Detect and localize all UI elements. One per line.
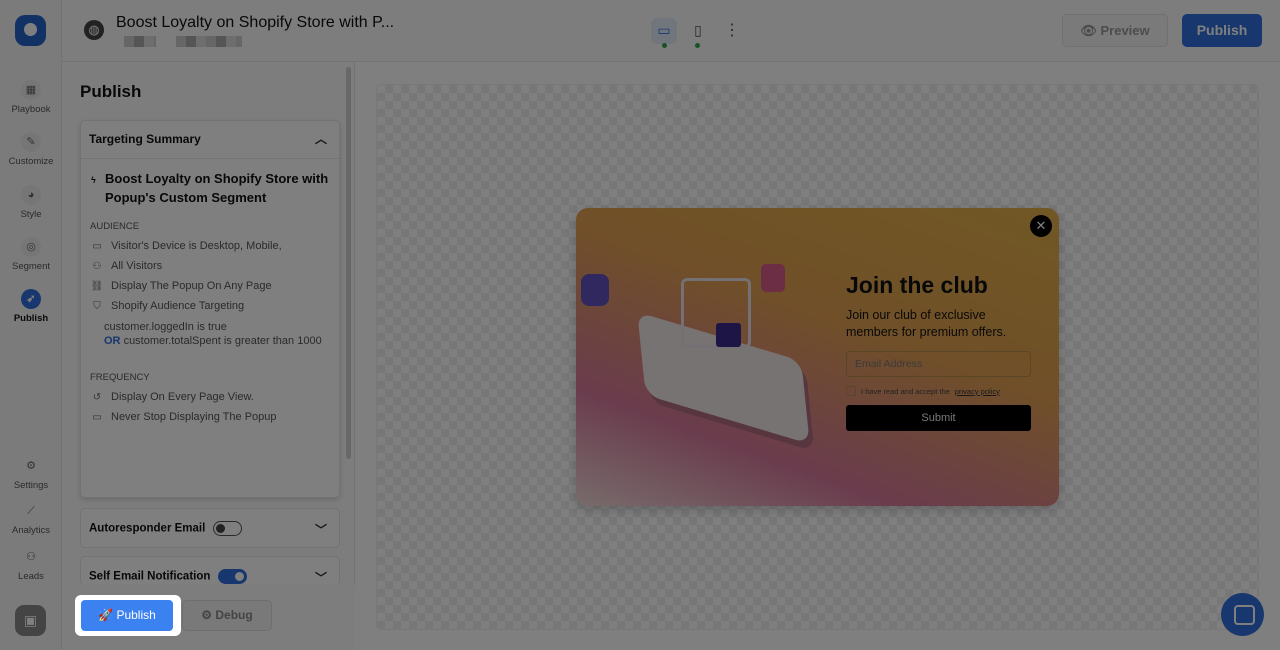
chat-launcher-icon[interactable] <box>1221 593 1264 636</box>
more-options-icon[interactable]: ⋮ <box>724 20 740 40</box>
palette-icon: ◕ <box>21 185 41 205</box>
panel-title: Publish <box>80 82 142 101</box>
grid-icon: ▦ <box>21 80 41 100</box>
conditions: customer.loggedIn is true OR customer.tot… <box>104 321 322 347</box>
self-notification-section[interactable]: Self Email Notification ﹀ <box>80 556 340 585</box>
chevron-down-icon[interactable]: ﹀ <box>315 569 327 585</box>
frequency-label: FREQUENCY <box>90 372 150 383</box>
target-icon: ◎ <box>21 237 41 257</box>
frequency-stop: ▭ Never Stop Displaying The Popup <box>81 411 339 423</box>
rail-item-customize[interactable]: ✎ Customize <box>0 132 62 167</box>
rail-item-playbook[interactable]: ▦ Playbook <box>0 80 62 115</box>
users-icon: ⚇ <box>92 260 102 272</box>
briefcase-icon[interactable]: ▣ <box>15 605 46 636</box>
mobile-view-button[interactable]: ▯ <box>685 18 711 44</box>
email-input[interactable] <box>846 351 1031 377</box>
top-bar: ◍ Boost Loyalty on Shopify Store with P.… <box>62 0 1280 62</box>
devices-icon: ▭ <box>92 240 102 252</box>
popup-title: Join the club <box>846 272 988 298</box>
rail-item-segment[interactable]: ◎ Segment <box>0 237 62 272</box>
targeting-summary-header[interactable]: Targeting Summary ︿ <box>81 121 339 159</box>
consent-row: I have read and accept the privacy policy <box>846 386 1000 396</box>
status-dot <box>662 43 667 48</box>
globe-icon: ◍ <box>84 20 104 40</box>
redacted-text <box>124 36 156 47</box>
pencil-icon: ✎ <box>21 132 41 152</box>
targeting-summary-card: Targeting Summary︿ Boost Loyalty on Shop… <box>80 120 340 498</box>
desktop-view-button[interactable]: ▭ <box>651 18 677 44</box>
autoresponder-toggle[interactable] <box>213 521 243 536</box>
scrollbar[interactable] <box>346 67 351 459</box>
shopping-cart-illustration <box>581 264 810 444</box>
nav-rail: ▦ Playbook ✎ Customize ◕ Style ◎ Segment ➶ Pu… <box>0 0 62 650</box>
audience-label: AUDIENCE <box>90 221 140 232</box>
rail-item-settings[interactable]: ⚙ Settings <box>0 456 62 491</box>
bug-icon: ⚙ <box>201 608 216 622</box>
consent-checkbox[interactable] <box>846 386 856 396</box>
history-icon: ↺ <box>92 391 102 403</box>
campaign-title[interactable]: Boost Loyalty on Shopify Store with P... <box>116 14 394 32</box>
rocket-icon: ➶ <box>21 289 41 309</box>
close-icon[interactable]: ✕ <box>1030 215 1052 237</box>
rocket-icon: 🚀 <box>98 608 117 622</box>
submit-button[interactable]: Submit <box>846 405 1031 431</box>
link-icon: ⛓ <box>90 280 104 292</box>
status-dot <box>695 43 700 48</box>
self-notification-toggle[interactable] <box>218 569 248 584</box>
popup-description: Join our club of exclusive members for p… <box>846 308 1007 339</box>
publish-button[interactable]: 🚀 Publish <box>81 600 173 631</box>
shopify-bag-icon: ⛉ <box>93 300 101 312</box>
chevron-down-icon[interactable]: ﹀ <box>315 521 327 538</box>
popup-preview: ✕ Join the club Join our club of exclusi… <box>576 208 1059 506</box>
segment-name: Boost Loyalty on Shopify Store with Popu… <box>81 159 339 207</box>
publish-panel: Publish Targeting Summary︿ Boost Loyalty… <box>62 62 355 650</box>
users-icon: ⚇ <box>26 551 36 563</box>
audience-shopify: ⛉ Shopify Audience Targeting <box>81 300 339 312</box>
privacy-policy-link[interactable]: privacy policy <box>955 387 1000 396</box>
publish-top-button[interactable]: Publish <box>1182 14 1262 47</box>
eye-icon: 👁 <box>1080 23 1101 38</box>
rail-item-analytics[interactable]: ⟋ Analytics <box>0 501 62 536</box>
rail-item-publish[interactable]: ➶ Publish <box>0 289 62 324</box>
chevron-up-icon[interactable]: ︿ <box>315 130 327 147</box>
audience-visitors: ⚇ All Visitors <box>81 260 339 272</box>
gear-icon: ⚙ <box>26 460 36 472</box>
app-logo[interactable] <box>15 15 46 46</box>
chart-line-icon: ⟋ <box>27 505 35 517</box>
rail-item-leads[interactable]: ⚇ Leads <box>0 547 62 582</box>
audience-page: ⛓ Display The Popup On Any Page <box>90 280 272 292</box>
audience-device: ▭ Visitor's Device is Desktop, Mobile, <box>81 240 339 252</box>
frequency-view: ↺ Display On Every Page View. <box>81 391 339 403</box>
preview-button[interactable]: 👁 Preview <box>1062 14 1168 47</box>
debug-button[interactable]: ⚙ Debug <box>182 600 272 631</box>
monitor-icon: ▭ <box>92 411 102 423</box>
redacted-text <box>176 36 242 47</box>
autoresponder-section[interactable]: Autoresponder Email ﹀ <box>80 508 340 548</box>
rail-item-style[interactable]: ◕ Style <box>0 185 62 220</box>
